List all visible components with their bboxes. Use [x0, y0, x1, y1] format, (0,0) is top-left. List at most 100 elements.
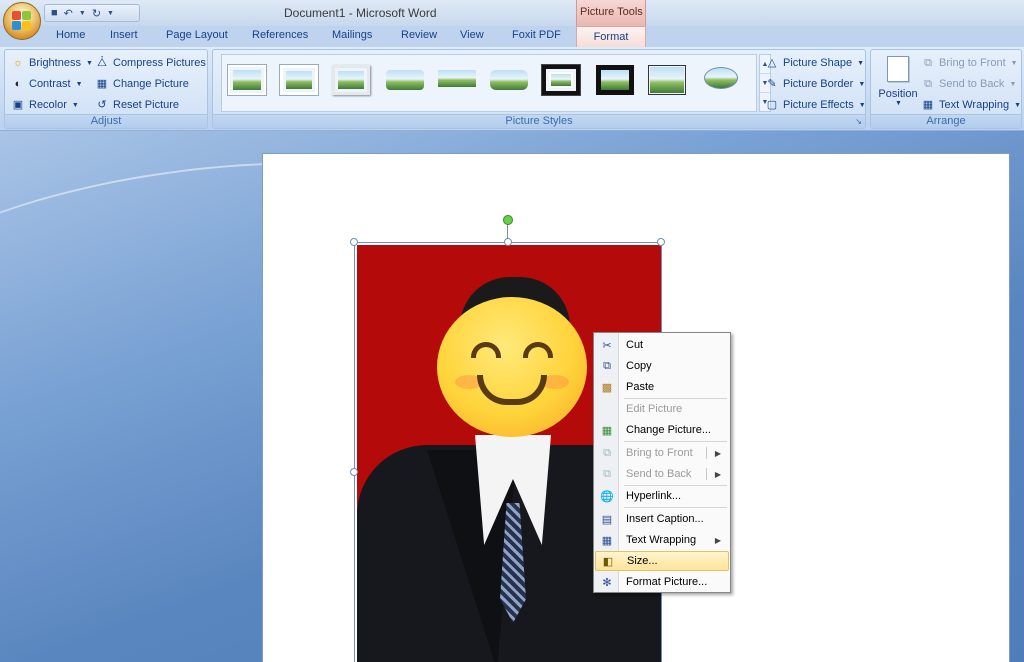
reset-picture-button[interactable]: ↺ Reset Picture: [95, 98, 179, 112]
menu-item-format-picture[interactable]: ✻ Format Picture...: [595, 572, 729, 592]
recolor-button[interactable]: ▣ Recolor ▼: [11, 98, 79, 112]
text-wrapping-button[interactable]: ▦ Text Wrapping ▼: [921, 98, 1021, 112]
contextual-tab-label: Picture Tools: [580, 6, 643, 18]
chevron-down-icon[interactable]: ▼: [79, 10, 86, 17]
tab-foxit-pdf[interactable]: Foxit PDF: [512, 29, 561, 41]
menu-label: Format Picture...: [626, 576, 708, 588]
menu-item-size[interactable]: ◧ Size...: [595, 551, 729, 571]
adjust-group-label: Adjust: [5, 114, 207, 128]
change-picture-button[interactable]: ▦ Change Picture: [95, 77, 189, 91]
brightness-label: Brightness: [29, 57, 81, 69]
picture-styles-group: ▲ ▼ ▼ △ Picture Shape ▼ ✎ Picture Border ▼…: [212, 49, 866, 129]
tab-home[interactable]: Home: [56, 29, 85, 41]
tab-mailings[interactable]: Mailings: [332, 29, 372, 41]
send-to-back-label: Send to Back: [939, 78, 1005, 90]
copy-icon: ⧉: [603, 359, 611, 372]
resize-handle-top-left[interactable]: [350, 238, 358, 246]
resize-handle-top-right[interactable]: [657, 238, 665, 246]
tab-view[interactable]: View: [460, 29, 484, 41]
menu-item-copy[interactable]: ⧉ Copy: [595, 356, 729, 376]
menu-item-bring-to-front: ⧉ Bring to Front ▶: [595, 443, 729, 463]
size-icon: ◧: [602, 555, 614, 568]
redo-icon[interactable]: ↻: [92, 7, 101, 20]
dialog-launcher-icon[interactable]: ↘: [855, 117, 862, 126]
tab-insert[interactable]: Insert: [110, 29, 138, 41]
chevron-down-icon: ▼: [1014, 101, 1022, 109]
send-to-back-icon: ⧉: [924, 78, 932, 90]
menu-separator: [624, 507, 727, 508]
recolor-label: Recolor: [29, 99, 67, 111]
position-button[interactable]: Position ▼: [875, 54, 921, 112]
change-picture-label: Change Picture: [113, 78, 189, 90]
contrast-label: Contrast: [29, 78, 71, 90]
change-picture-icon: ▦: [96, 78, 108, 90]
style-thumbnail[interactable]: [438, 65, 476, 95]
tab-references[interactable]: References: [252, 29, 308, 41]
style-thumbnail[interactable]: [702, 65, 740, 95]
style-thumbnail[interactable]: [332, 65, 370, 95]
compress-icon: ⧊: [97, 57, 107, 69]
compress-pictures-button[interactable]: ⧊ Compress Pictures: [95, 56, 206, 70]
adjust-group: ☼ Brightness ▼ ◐ Contrast ▼ ▣ Recolor ▼ ⧊ C…: [4, 49, 208, 129]
menu-item-text-wrapping[interactable]: ▦ Text Wrapping ▶: [595, 530, 729, 550]
position-icon: [887, 56, 909, 82]
chevron-down-icon: ▼: [895, 100, 902, 107]
style-thumbnail[interactable]: [648, 65, 686, 95]
clipboard-icon: ▩: [601, 381, 613, 394]
picture-shape-button[interactable]: △ Picture Shape ▼: [765, 56, 864, 70]
style-thumbnail[interactable]: [228, 65, 266, 95]
office-button[interactable]: [3, 2, 41, 40]
customize-qat-icon[interactable]: ▼: [107, 10, 114, 17]
text-wrapping-icon: ▦: [601, 534, 613, 547]
bring-to-front-button[interactable]: ⧉ Bring to Front ▼: [921, 56, 1018, 70]
send-to-back-button[interactable]: ⧉ Send to Back ▼: [921, 77, 1016, 91]
picture-border-button[interactable]: ✎ Picture Border ▼: [765, 77, 865, 91]
chevron-down-icon: ▼: [1009, 80, 1017, 88]
resize-handle-top[interactable]: [504, 238, 512, 246]
menu-label: Insert Caption...: [626, 513, 704, 525]
scissors-icon: ✂: [602, 339, 612, 352]
tab-review[interactable]: Review: [401, 29, 437, 41]
bring-to-front-label: Bring to Front: [939, 57, 1006, 69]
undo-icon[interactable]: ↶: [64, 7, 73, 20]
menu-label: Copy: [626, 360, 652, 372]
chevron-down-icon: ▼: [85, 59, 93, 67]
menu-item-insert-caption[interactable]: ▤ Insert Caption...: [595, 509, 729, 529]
picture-effects-button[interactable]: ▢ Picture Effects ▼: [765, 98, 866, 112]
chevron-down-icon: ▼: [858, 101, 866, 109]
chevron-right-icon: ▶: [714, 535, 721, 545]
contrast-icon: ◐: [14, 78, 22, 90]
resize-handle-left[interactable]: [350, 468, 358, 476]
menu-item-hyperlink[interactable]: 🌐 Hyperlink...: [595, 486, 729, 506]
recolor-icon: ▣: [12, 99, 24, 111]
style-thumbnail[interactable]: [596, 65, 634, 95]
text-wrapping-icon: ▦: [922, 99, 934, 111]
menu-label: Edit Picture: [626, 403, 683, 415]
picture-border-label: Picture Border: [783, 78, 854, 90]
chevron-right-icon: ▶: [714, 469, 721, 479]
style-thumbnail[interactable]: [490, 65, 528, 95]
menu-item-cut[interactable]: ✂ Cut: [595, 335, 729, 355]
tab-format[interactable]: Format: [576, 26, 646, 48]
style-thumbnail[interactable]: [280, 65, 318, 95]
style-thumbnail[interactable]: [386, 65, 424, 95]
chevron-down-icon: ▼: [71, 101, 79, 109]
menu-label: Size...: [627, 555, 658, 567]
brightness-button[interactable]: ☼ Brightness ▼: [11, 56, 93, 70]
reset-picture-label: Reset Picture: [113, 99, 180, 111]
menu-label: Text Wrapping: [626, 534, 697, 546]
style-thumbnail[interactable]: [542, 65, 580, 95]
tab-page-layout[interactable]: Page Layout: [166, 29, 228, 41]
bring-to-front-icon: ⧉: [924, 57, 932, 69]
rotation-handle[interactable]: [503, 215, 513, 225]
chevron-down-icon: ▼: [1010, 59, 1018, 67]
save-icon[interactable]: ■: [51, 7, 58, 19]
picture-styles-gallery: [221, 54, 757, 112]
pen-icon: ✎: [767, 78, 777, 90]
arrange-group-label: Arrange: [871, 114, 1021, 128]
contrast-button[interactable]: ◐ Contrast ▼: [11, 77, 83, 91]
picture-shape-label: Picture Shape: [783, 57, 853, 69]
menu-item-paste[interactable]: ▩ Paste: [595, 377, 729, 397]
menu-item-change-picture[interactable]: ▦ Change Picture...: [595, 420, 729, 440]
title-bar: ■ ↶ ▼ ↻ ▼ Picture Tools Document1 - Micr…: [0, 0, 1024, 26]
